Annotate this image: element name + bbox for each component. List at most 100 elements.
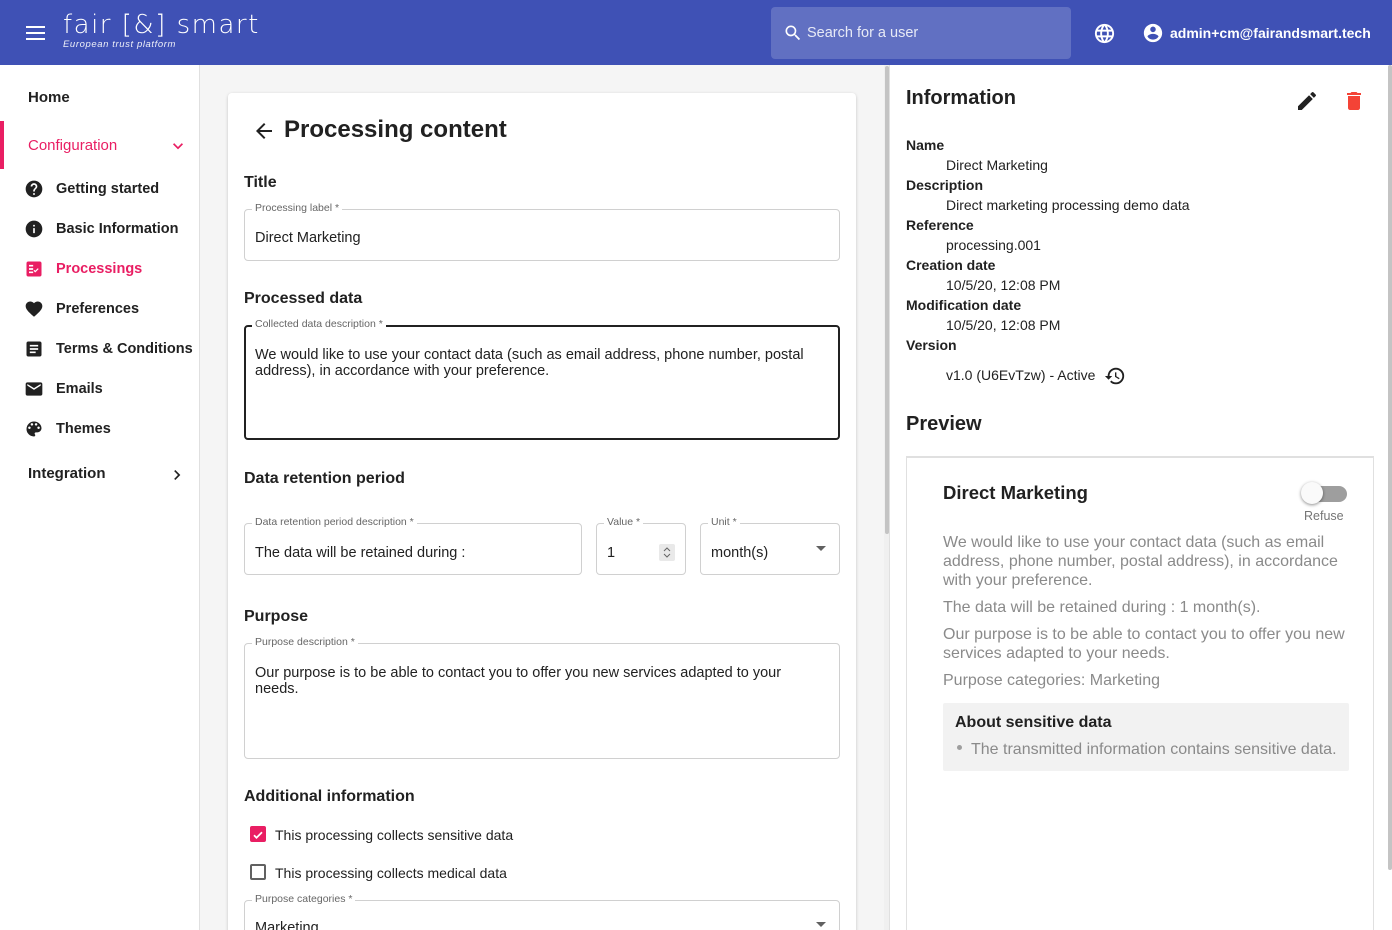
sensitive-data-notice: About sensitive data The transmitted inf…: [943, 703, 1349, 771]
info-key: Reference: [906, 217, 974, 233]
processing-form-card: Processing content Title Processing labe…: [228, 93, 856, 930]
field-label: Data retention period description *: [252, 516, 417, 528]
logo-text: fair [&] smart: [63, 10, 260, 40]
section-additional-heading: Additional information: [244, 788, 415, 805]
field-label: Purpose categories *: [252, 893, 356, 905]
sidebar-item-label: Getting started: [56, 181, 160, 197]
account-circle-icon: [1143, 23, 1163, 43]
history-icon[interactable]: [1104, 365, 1126, 392]
top-app-bar: fair [&] smart European trust platform a…: [0, 0, 1392, 65]
sidebar-item-processings[interactable]: Processings: [24, 258, 142, 280]
preview-title: Preview: [906, 413, 982, 435]
document-icon: [24, 339, 44, 359]
info-key: Version: [906, 337, 957, 353]
sidebar-item-terms-conditions[interactable]: Terms & Conditions: [24, 338, 193, 360]
search-input[interactable]: [807, 25, 1057, 41]
back-arrow-icon[interactable]: [252, 119, 276, 148]
help-circle-icon: [24, 179, 44, 199]
section-purpose-heading: Purpose: [244, 608, 309, 625]
info-value: 10/5/20, 12:08 PM: [946, 317, 1061, 333]
dropdown-arrow-icon: [816, 922, 826, 927]
information-title: Information: [906, 87, 1016, 109]
heart-icon: [24, 299, 44, 319]
sensitive-notice-text: The transmitted information contains sen…: [971, 741, 1337, 758]
field-label: Processing label *: [252, 202, 343, 214]
user-menu[interactable]: admin+cm@fairandsmart.tech: [1142, 22, 1371, 44]
panel-scrollbar[interactable]: [1388, 65, 1392, 870]
sidebar-item-label: Emails: [56, 381, 103, 397]
field-value: Direct Marketing: [255, 230, 361, 246]
sidebar-item-basic-information[interactable]: Basic Information: [24, 218, 178, 240]
info-icon: [24, 219, 44, 239]
palette-icon: [24, 419, 44, 439]
logo[interactable]: fair [&] smart European trust platform: [63, 9, 260, 50]
delete-icon[interactable]: [1342, 89, 1366, 118]
consent-toggle[interactable]: [1301, 482, 1349, 504]
medical-data-label[interactable]: This processing collects medical data: [275, 865, 507, 881]
sensitive-data-checkbox[interactable]: [250, 826, 266, 842]
field-label: Purpose description *: [252, 636, 358, 648]
info-value: 10/5/20, 12:08 PM: [946, 277, 1061, 293]
info-key: Description: [906, 177, 984, 193]
retention-value-field[interactable]: Value * 1: [596, 516, 686, 575]
preview-processing-name: Direct Marketing: [943, 482, 1088, 503]
information-panel: Information Name Direct Marketing Descri…: [889, 65, 1392, 930]
dropdown-arrow-icon: [816, 546, 826, 551]
logo-tagline: European trust platform: [63, 39, 177, 50]
search-icon: [785, 25, 801, 41]
toggle-knob: [1301, 482, 1323, 504]
preview-retention-text: The data will be retained during : 1 mon…: [943, 599, 1261, 616]
sidebar-item-home[interactable]: Home: [28, 89, 70, 106]
info-key: Modification date: [906, 297, 1022, 313]
sidebar-item-label: Configuration: [28, 137, 118, 154]
section-processed-data-heading: Processed data: [244, 290, 363, 307]
sidebar-item-label: Processings: [56, 261, 143, 277]
processing-label-field[interactable]: Processing label * Direct Marketing: [244, 202, 840, 261]
section-retention-heading: Data retention period: [244, 470, 405, 487]
mail-icon: [24, 379, 44, 399]
field-value: month(s): [711, 545, 769, 561]
language-icon[interactable]: [1093, 22, 1116, 50]
sidebar-item-preferences[interactable]: Preferences: [24, 298, 139, 320]
sidebar-item-configuration[interactable]: Configuration: [0, 121, 199, 169]
info-value: processing.001: [946, 237, 1041, 253]
section-title-heading: Title: [244, 174, 277, 191]
sidebar-item-getting-started[interactable]: Getting started: [24, 178, 159, 200]
collected-data-field[interactable]: Collected data description * We would li…: [244, 318, 840, 440]
user-email: admin+cm@fairandsmart.tech: [1170, 25, 1371, 41]
sidebar-item-emails[interactable]: Emails: [24, 378, 103, 400]
field-value: 1: [607, 545, 616, 561]
sidebar-item-themes[interactable]: Themes: [24, 418, 111, 440]
field-value: Marketing: [255, 920, 319, 930]
medical-data-checkbox[interactable]: [250, 864, 266, 880]
page-title: Processing content: [284, 116, 507, 143]
field-value: The data will be retained during :: [255, 545, 466, 561]
checklist-icon: [24, 259, 44, 279]
preview-data-text: We would like to use your contact data (…: [943, 534, 1338, 589]
toggle-state-label: Refuse: [1304, 509, 1344, 523]
sidebar-item-label: Preferences: [56, 301, 140, 317]
retention-description-field[interactable]: Data retention period description * The …: [244, 516, 582, 575]
purpose-categories-select[interactable]: Purpose categories * Marketing: [244, 893, 840, 930]
sidebar-item-label: Themes: [56, 421, 111, 437]
retention-unit-select[interactable]: Unit * month(s): [700, 516, 840, 575]
info-value: Direct Marketing: [946, 157, 1048, 173]
check-icon: [253, 831, 263, 839]
sidebar-item-label: Basic Information: [56, 221, 179, 237]
sidebar-item-label: Integration: [28, 465, 106, 482]
field-value: Our purpose is to be able to contact you…: [255, 665, 782, 697]
sidebar-item-integration[interactable]: Integration: [28, 465, 188, 485]
sidebar-item-label: Terms & Conditions: [56, 341, 193, 357]
purpose-description-field[interactable]: Purpose description * Our purpose is to …: [244, 636, 840, 759]
user-search: [771, 7, 1071, 59]
sensitive-notice-title: About sensitive data: [955, 714, 1112, 731]
field-label: Unit *: [708, 516, 740, 528]
edit-icon[interactable]: [1295, 89, 1319, 118]
sensitive-data-label[interactable]: This processing collects sensitive data: [275, 827, 513, 843]
consent-preview: Direct Marketing Refuse We would like to…: [906, 456, 1374, 930]
field-label: Collected data description *: [252, 318, 386, 330]
version-value: v1.0 (U6EvTzw) - Active: [946, 367, 1096, 383]
menu-icon[interactable]: [22, 20, 50, 46]
number-stepper[interactable]: [659, 544, 675, 561]
info-key: Name: [906, 137, 945, 153]
